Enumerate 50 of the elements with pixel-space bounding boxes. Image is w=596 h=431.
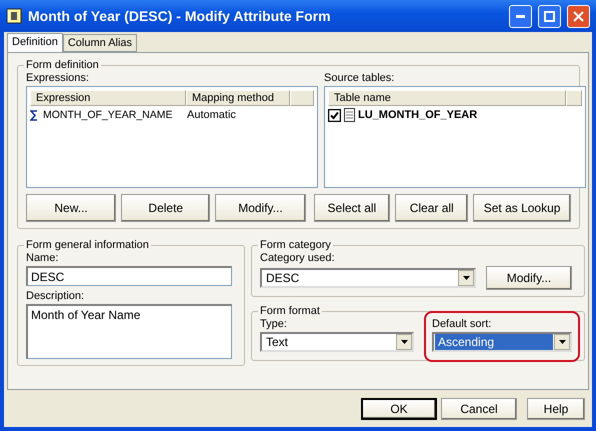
group-title: Form definition <box>25 59 100 71</box>
dropdown-arrow-icon[interactable] <box>558 340 566 344</box>
field-label: Source tables: <box>324 71 396 86</box>
close-button[interactable] <box>567 4 590 28</box>
table-cell-text: MONTH_OF_YEAR_NAME <box>43 109 174 121</box>
dialog-button[interactable]: Cancel <box>441 398 517 420</box>
table-cell: LU_MONTH_OF_YEAR <box>358 109 478 121</box>
field-label: Category used: <box>260 251 336 266</box>
group-title: Form format <box>259 305 321 317</box>
dropdown-arrow-icon[interactable] <box>462 276 470 280</box>
description-field[interactable]: Month of Year Name <box>26 304 232 359</box>
maximize-icon <box>544 10 555 22</box>
dialog-button[interactable]: OK <box>361 398 437 420</box>
minimize-icon <box>516 14 525 18</box>
field-label: Type: <box>260 317 288 332</box>
column-header[interactable]: Mapping method <box>186 90 290 106</box>
action-button[interactable]: Set as Lookup <box>473 194 571 222</box>
sort-dropdown[interactable]: Ascending <box>432 332 572 352</box>
group-title: Form general information <box>25 239 150 251</box>
action-button[interactable]: Modify... <box>215 194 306 222</box>
column-header <box>290 90 314 106</box>
table-cell: Automatic <box>187 109 236 121</box>
sigma-icon <box>30 110 40 120</box>
field-label: Default sort: <box>432 317 492 332</box>
dialog-button[interactable]: Help <box>527 398 585 420</box>
column-header[interactable]: Expression <box>30 90 186 106</box>
type-dropdown[interactable]: Text <box>260 332 414 352</box>
action-button[interactable]: Select all <box>314 194 390 222</box>
app-icon <box>6 8 22 24</box>
action-button[interactable]: Delete <box>121 194 210 222</box>
minimize-button[interactable] <box>509 4 532 28</box>
group-title: Form category <box>259 239 332 251</box>
dropdown-arrow-icon[interactable] <box>400 340 408 344</box>
column-header[interactable]: Table name <box>328 90 566 106</box>
tab[interactable]: Column Alias <box>62 34 138 52</box>
window-title: Month of Year (DESC) - Modify Attribute Form <box>28 8 332 24</box>
category-dropdown[interactable]: DESC <box>260 268 476 288</box>
modify-button[interactable]: Modify... <box>486 266 572 290</box>
table-icon <box>344 108 355 122</box>
name-field[interactable]: DESC <box>26 266 232 286</box>
field-label: Description: <box>26 289 86 304</box>
field-label: Expressions: <box>26 71 90 86</box>
checkbox[interactable] <box>328 108 341 122</box>
field-label: Name: <box>26 251 60 266</box>
action-button[interactable]: Clear all <box>395 194 468 222</box>
tab[interactable]: Definition <box>7 33 63 52</box>
column-header <box>566 90 582 106</box>
maximize-button[interactable] <box>538 4 561 28</box>
close-icon <box>573 10 584 22</box>
action-button[interactable]: New... <box>26 194 116 222</box>
